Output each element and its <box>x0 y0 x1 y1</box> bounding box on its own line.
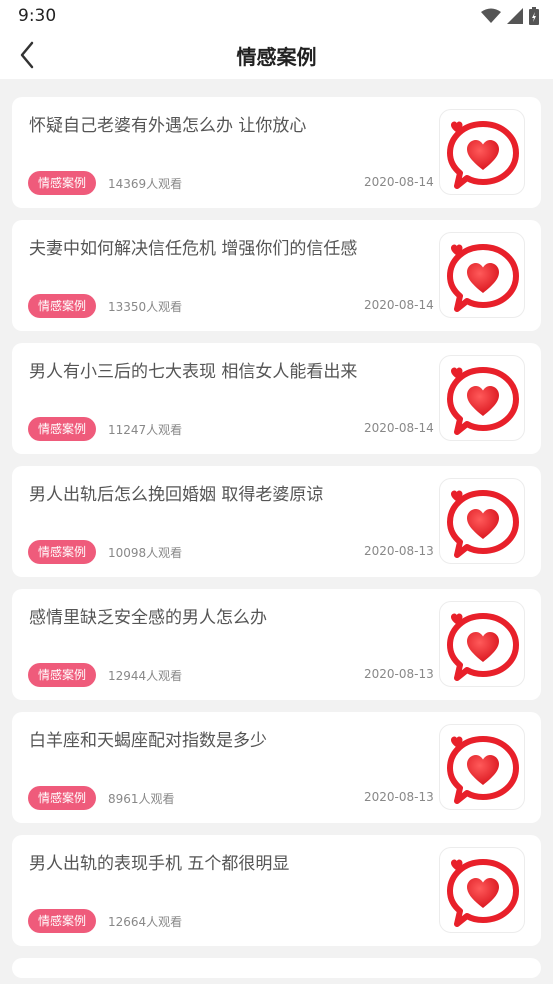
heart-chat-icon <box>447 859 519 927</box>
category-tag[interactable]: 情感案例 <box>28 663 97 687</box>
status-time: 9:30 <box>18 6 57 26</box>
article-card[interactable]: 男人出轨后怎么挽回婚姻 取得老婆原谅 情感案例 10098人观看 2020-08… <box>12 466 541 577</box>
article-card[interactable] <box>12 958 541 978</box>
category-tag[interactable]: 情感案例 <box>28 294 97 318</box>
category-tag[interactable]: 情感案例 <box>28 171 97 195</box>
battery-icon <box>529 7 539 25</box>
heart-chat-icon <box>447 736 519 804</box>
article-thumbnail[interactable] <box>439 232 525 318</box>
article-card[interactable]: 男人有小三后的七大表现 相信女人能看出来 情感案例 11247人观看 2020-… <box>12 343 541 454</box>
heart-chat-icon <box>447 490 519 558</box>
publish-date: 2020-08-13 <box>364 544 434 558</box>
article-title: 男人出轨后怎么挽回婚姻 取得老婆原谅 <box>29 485 324 505</box>
article-title: 男人出轨的表现手机 五个都很明显 <box>29 854 290 874</box>
article-title: 白羊座和天蝎座配对指数是多少 <box>29 731 267 751</box>
publish-date: 2020-08-13 <box>364 667 434 681</box>
heart-chat-icon <box>447 121 519 189</box>
article-card[interactable]: 怀疑自己老婆有外遇怎么办 让你放心 情感案例 14369人观看 2020-08-… <box>12 97 541 208</box>
article-thumbnail[interactable] <box>439 109 525 195</box>
heart-chat-icon <box>447 613 519 681</box>
article-title: 感情里缺乏安全感的男人怎么办 <box>29 608 267 628</box>
heart-chat-icon <box>447 367 519 435</box>
publish-date: 2020-08-14 <box>364 298 434 312</box>
status-icons <box>481 7 539 25</box>
publish-date: 2020-08-13 <box>364 790 434 804</box>
article-thumbnail[interactable] <box>439 847 525 933</box>
view-count: 12664人观看 <box>108 915 183 929</box>
back-button[interactable] <box>12 38 42 72</box>
article-title: 怀疑自己老婆有外遇怎么办 让你放心 <box>29 116 307 136</box>
app-bar: 情感案例 <box>0 32 553 79</box>
view-count: 13350人观看 <box>108 300 183 314</box>
view-count: 8961人观看 <box>108 792 175 806</box>
article-list[interactable]: 怀疑自己老婆有外遇怎么办 让你放心 情感案例 14369人观看 2020-08-… <box>0 79 553 984</box>
status-bar: 9:30 <box>0 0 553 32</box>
page-title: 情感案例 <box>236 45 317 69</box>
publish-date: 2020-08-14 <box>364 421 434 435</box>
chevron-left-icon <box>20 41 34 69</box>
signal-icon <box>507 8 523 24</box>
publish-date: 2020-08-14 <box>364 175 434 189</box>
article-thumbnail[interactable] <box>439 478 525 564</box>
wifi-icon <box>481 8 501 23</box>
category-tag[interactable]: 情感案例 <box>28 786 97 810</box>
heart-chat-icon <box>447 244 519 312</box>
category-tag[interactable]: 情感案例 <box>28 909 97 933</box>
article-thumbnail[interactable] <box>439 724 525 810</box>
category-tag[interactable]: 情感案例 <box>28 417 97 441</box>
view-count: 11247人观看 <box>108 423 183 437</box>
view-count: 12944人观看 <box>108 669 183 683</box>
view-count: 10098人观看 <box>108 546 183 560</box>
category-tag[interactable]: 情感案例 <box>28 540 97 564</box>
article-title: 男人有小三后的七大表现 相信女人能看出来 <box>29 362 358 382</box>
view-count: 14369人观看 <box>108 177 183 191</box>
article-card[interactable]: 男人出轨的表现手机 五个都很明显 情感案例 12664人观看 <box>12 835 541 946</box>
article-thumbnail[interactable] <box>439 355 525 441</box>
article-title: 夫妻中如何解决信任危机 增强你们的信任感 <box>29 239 358 259</box>
article-card[interactable]: 夫妻中如何解决信任危机 增强你们的信任感 情感案例 13350人观看 2020-… <box>12 220 541 331</box>
article-card[interactable]: 感情里缺乏安全感的男人怎么办 情感案例 12944人观看 2020-08-13 <box>12 589 541 700</box>
article-thumbnail[interactable] <box>439 601 525 687</box>
article-card[interactable]: 白羊座和天蝎座配对指数是多少 情感案例 8961人观看 2020-08-13 <box>12 712 541 823</box>
